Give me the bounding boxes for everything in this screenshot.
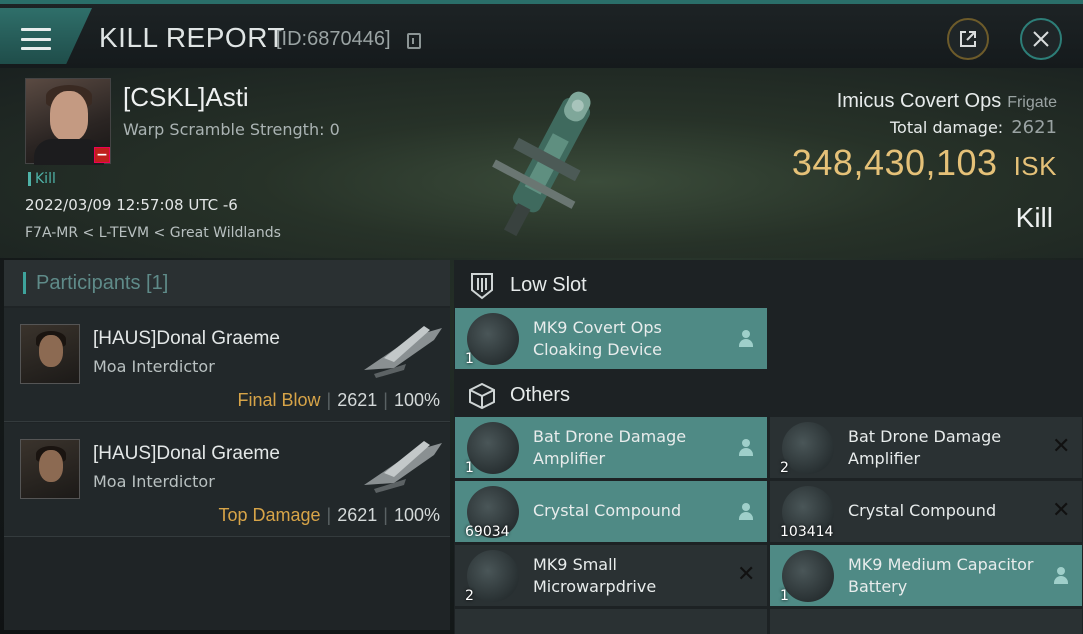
cargo-box-icon	[469, 382, 495, 410]
final-blow-label: Final Blow	[237, 390, 321, 410]
item-slot[interactable]: 2 Bat Drone Damage Amplifier ✕	[770, 417, 1082, 478]
close-icon	[1033, 31, 1049, 47]
participant-damage: 2621	[337, 505, 378, 525]
others-title: Others	[510, 384, 571, 406]
drone-amplifier-icon	[467, 422, 519, 474]
total-damage: Total damage: 2621	[890, 117, 1057, 138]
isk-unit: ISK	[1013, 151, 1057, 181]
page-title: KILL REPORT	[99, 22, 286, 53]
participant-stats: Top Damage | 2621 | 100%	[218, 505, 440, 525]
item-slot-partial[interactable]	[455, 609, 767, 634]
low-slot-title: Low Slot	[510, 274, 587, 296]
close-button[interactable]	[1020, 18, 1062, 60]
report-id: [ID:6870446]	[276, 28, 391, 50]
participants-title: Participants [1]	[23, 272, 168, 294]
item-slot[interactable]: 103414 Crystal Compound ✕	[770, 481, 1082, 542]
participant-ship: Moa Interdictor	[93, 472, 215, 491]
isk-amount: 348,430,103	[791, 142, 998, 183]
victim-ship-render	[492, 91, 591, 237]
isk-value: 348,430,103 ISK	[792, 142, 1057, 184]
standing-minus-icon: −	[94, 147, 110, 163]
participant-row[interactable]: [HAUS]Donal Graeme Moa Interdictor Final…	[4, 308, 450, 422]
participants-header: Participants [1]	[4, 260, 450, 306]
top-damage-label: Top Damage	[218, 505, 321, 525]
item-name: MK9 Medium Capacitor Battery	[848, 555, 1034, 596]
menu-button[interactable]	[0, 8, 92, 64]
microwarpdrive-icon	[467, 550, 519, 602]
participant-percent: 100%	[393, 505, 440, 525]
header-bar: KILL REPORT [ID:6870446]	[0, 0, 1083, 68]
item-quantity: 2	[780, 460, 789, 476]
item-slot[interactable]: 1 MK9 Covert Ops Cloaking Device	[455, 308, 767, 369]
fitted-items-panel: Low Slot 1 MK9 Covert Ops Cloaking Devic…	[454, 260, 1083, 634]
victim-ship-class: Frigate	[1007, 94, 1057, 111]
item-quantity: 1	[465, 351, 474, 367]
item-slot-partial[interactable]	[770, 609, 1082, 634]
participant-row[interactable]: [HAUS]Donal Graeme Moa Interdictor Top D…	[4, 423, 450, 537]
dropped-person-icon	[737, 437, 755, 457]
victim-panel: − [CSKL]Asti Warp Scramble Strength: 0 K…	[0, 68, 1083, 258]
total-damage-value: 2621	[1011, 117, 1057, 138]
participant-percent: 100%	[393, 390, 440, 410]
low-slot-section-header: Low Slot	[454, 262, 1083, 308]
item-quantity: 103414	[780, 524, 834, 540]
item-name: Crystal Compound	[533, 501, 682, 520]
item-slot[interactable]: 2 MK9 Small Microwarpdrive ✕	[455, 545, 767, 606]
participant-stats: Final Blow | 2621 | 100%	[237, 390, 441, 410]
item-slot[interactable]: 1 Bat Drone Damage Amplifier	[455, 417, 767, 478]
hamburger-icon	[21, 28, 51, 50]
others-section-header: Others	[454, 372, 1083, 418]
participant-name[interactable]: [HAUS]Donal Graeme	[93, 443, 280, 465]
victim-ship-name: Imicus Covert Ops	[836, 90, 1002, 112]
destroyed-x-icon: ✕	[1052, 498, 1071, 523]
item-slot[interactable]: 1 MK9 Medium Capacitor Battery	[770, 545, 1082, 606]
avatar[interactable]	[20, 439, 80, 499]
item-slot[interactable]: 69034 Crystal Compound	[455, 481, 767, 542]
participant-ship: Moa Interdictor	[93, 357, 215, 376]
copy-icon[interactable]	[407, 33, 421, 49]
kill-tag: Kill	[28, 172, 56, 186]
item-quantity: 2	[465, 588, 474, 604]
warp-scramble-strength: Warp Scramble Strength: 0	[123, 120, 340, 139]
capacitor-battery-icon	[782, 550, 834, 602]
item-name: Bat Drone Damage Amplifier	[848, 427, 1002, 468]
ship-thumbnail-icon	[364, 326, 442, 378]
item-quantity: 1	[780, 588, 789, 604]
kill-report-window: KILL REPORT [ID:6870446] − [CSKL]Asti Wa…	[0, 0, 1083, 634]
item-name: MK9 Small Microwarpdrive	[533, 555, 657, 596]
share-button[interactable]	[947, 18, 989, 60]
participant-name[interactable]: [HAUS]Donal Graeme	[93, 328, 280, 350]
low-slot-icon	[471, 273, 493, 300]
ship-thumbnail-icon	[364, 441, 442, 493]
drone-amplifier-icon	[782, 422, 834, 474]
item-name: MK9 Covert Ops Cloaking Device	[533, 318, 663, 359]
cloaking-device-icon	[467, 313, 519, 365]
item-quantity: 69034	[465, 524, 510, 540]
item-name: Bat Drone Damage Amplifier	[533, 427, 687, 468]
participants-panel: Participants [1] [HAUS]Donal Graeme Moa …	[4, 260, 450, 630]
dropped-person-icon	[737, 328, 755, 348]
avatar[interactable]	[20, 324, 80, 384]
total-damage-label: Total damage:	[889, 118, 1004, 137]
dropped-person-icon	[737, 501, 755, 521]
share-icon	[960, 31, 976, 47]
victim-name[interactable]: [CSKL]Asti	[123, 82, 249, 113]
dropped-person-icon	[1052, 565, 1070, 585]
kill-location[interactable]: F7A-MR < L-TEVM < Great Wildlands	[25, 225, 281, 241]
item-quantity: 1	[465, 460, 474, 476]
participant-damage: 2621	[337, 390, 378, 410]
result-label: Kill	[1015, 202, 1053, 233]
kill-datetime: 2022/03/09 12:57:08 UTC -6	[25, 196, 238, 214]
destroyed-x-icon: ✕	[737, 562, 756, 587]
item-name: Crystal Compound	[848, 501, 997, 520]
victim-ship[interactable]: Imicus Covert Ops Frigate	[837, 90, 1057, 113]
destroyed-x-icon: ✕	[1052, 434, 1071, 459]
